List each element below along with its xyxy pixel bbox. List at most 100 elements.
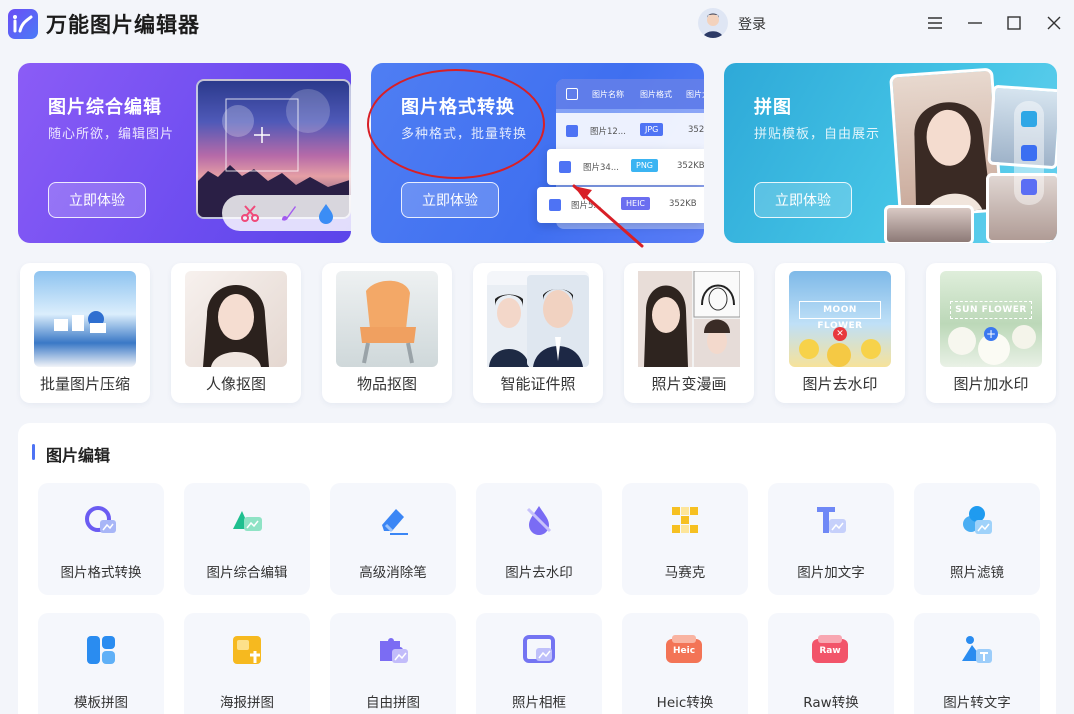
feature-image-to-text[interactable]: 图片转文字 [914,613,1040,714]
hero-card-image-editing[interactable]: 图片综合编辑 随心所欲，编辑图片 立即体验 [18,63,351,243]
mosaic-icon [668,503,702,537]
feature-free-collage[interactable]: 自由拼图 [330,613,456,714]
feature-heic-convert[interactable]: Heic Heic转换 [622,613,748,714]
checkbox-checked [559,161,571,173]
try-now-button[interactable]: 立即体验 [754,182,852,218]
stack-layout-icon [1021,145,1037,161]
feature-filters[interactable]: 照片滤镜 [914,483,1040,595]
tool-label: 批量图片压缩 [39,375,130,393]
tool-preview-image [487,271,589,367]
feature-label: 海报拼图 [220,695,274,711]
feature-label: 照片相框 [512,695,566,711]
feature-label: 模板拼图 [74,695,128,711]
watermark-text: MOON FLOWER [799,301,881,331]
add-text-icon [814,503,848,537]
feature-comprehensive-edit[interactable]: 图片综合编辑 [184,483,310,595]
feature-label: 自由拼图 [366,695,420,711]
tool-label: 物品抠图 [356,375,417,393]
user-avatar[interactable] [698,8,728,38]
poster-collage-icon [230,633,264,667]
header-format: 图片格式 [640,90,672,99]
feature-poster-collage[interactable]: 海报拼图 [184,613,310,714]
table-row-floating: 图片5... HEIC 352KB [537,187,704,223]
checkbox-checked [549,199,561,211]
scissors-icon [240,203,260,227]
tool-label: 人像抠图 [205,375,266,393]
tool-preview-image [638,270,741,367]
collage-photo-left [884,205,974,243]
minimize-icon[interactable] [964,12,986,34]
feature-photo-frame[interactable]: 照片相框 [476,613,602,714]
feature-mosaic[interactable]: 马赛克 [622,483,748,595]
filter-icon [960,503,994,537]
close-icon[interactable] [1043,12,1065,34]
table-row-floating: 图片34... PNG 352KB [547,149,704,185]
grid-layout-icon [1021,111,1037,127]
heic-badge-text: Heic [672,646,696,656]
feature-label: 照片滤镜 [950,565,1004,581]
row-name: 图片5... [571,201,602,211]
feature-format-convert[interactable]: 图片格式转换 [38,483,164,595]
add-icon: + [984,327,998,341]
tool-preview-image: MOON FLOWER ✕ [789,271,891,367]
header-size: 图片大小 [686,90,704,99]
try-now-button[interactable]: 立即体验 [401,182,499,218]
hero-subtitle: 多种格式，批量转换 [401,127,528,142]
feature-template-collage[interactable]: 模板拼图 [38,613,164,714]
split-layout-icon [1021,179,1037,195]
login-link[interactable]: 登录 [738,14,766,34]
format-badge: PNG [631,159,659,172]
section-accent-bar [32,444,35,460]
comprehensive-edit-icon [230,503,264,537]
feature-remove-watermark[interactable]: 图片去水印 [476,483,602,595]
tool-tile-add-watermark[interactable]: SUN FLOWER + 图片加水印 [926,263,1056,403]
row-size: 352KB [669,199,697,209]
tool-tile-batch-compress[interactable]: 批量图片压缩 [20,263,150,403]
tool-tile-photo-to-anime[interactable]: 照片变漫画 [624,263,754,403]
feature-label: 马赛克 [664,565,706,581]
checkbox-checked [566,125,578,137]
watermark-remove-icon [522,503,556,537]
feature-raw-convert[interactable]: Raw Raw转换 [768,613,894,714]
format-badge: HEIC [621,197,651,210]
raw-badge-text: Raw [819,646,841,656]
feature-label: Raw转换 [803,695,859,711]
tool-label: 图片加水印 [953,375,1029,393]
tool-tile-object-cutout[interactable]: 物品抠图 [322,263,452,403]
maximize-icon[interactable] [1003,12,1025,34]
row-size: 352 [688,125,704,135]
tool-label: 智能证件照 [500,375,576,393]
photo-frame-icon [522,633,556,667]
hero-title: 拼图 [754,97,792,118]
tool-preview-image [336,271,438,367]
feature-add-text[interactable]: 图片加文字 [768,483,894,595]
row-name: 图片34... [583,163,619,173]
title-bar: 万能图片编辑器 登录 [0,0,1074,48]
feature-label: Heic转换 [656,695,714,711]
hero-card-format-convert[interactable]: 图片格式转换 多种格式，批量转换 立即体验 图片名称 图片格式 图片大小 图片1… [371,63,704,243]
hero-subtitle: 随心所欲，编辑图片 [48,127,175,142]
image-edit-panel: 图片编辑 图片格式转换 图片综合编辑 高级消除笔 图片去水印 马赛克 图片加文字… [18,423,1056,714]
collage-layout-strip [1014,101,1044,205]
feature-eraser[interactable]: 高级消除笔 [330,483,456,595]
row-size: 352KB [677,161,704,171]
app-title: 万能图片编辑器 [46,13,200,37]
tool-tile-remove-watermark[interactable]: MOON FLOWER ✕ 图片去水印 [775,263,905,403]
tool-preview-image [185,271,287,367]
template-collage-icon [84,633,118,667]
brush-icon [278,203,298,227]
feature-label: 图片格式转换 [60,565,142,581]
tool-tile-id-photo[interactable]: 智能证件照 [473,263,603,403]
tool-label: 照片变漫画 [651,375,727,393]
tool-tile-portrait-cutout[interactable]: 人像抠图 [171,263,301,403]
hero-card-collage[interactable]: 拼图 拼贴模板，自由展示 立即体验 [724,63,1057,243]
try-now-button[interactable]: 立即体验 [48,182,146,218]
feature-label: 图片转文字 [943,695,1011,711]
hero-title: 图片综合编辑 [48,97,162,118]
feature-label: 图片去水印 [505,565,573,581]
app-logo [8,9,38,39]
menu-icon[interactable] [924,12,946,34]
heic-icon: Heic [664,633,704,667]
eraser-icon [376,503,410,537]
hero-subtitle: 拼贴模板，自由展示 [754,127,881,142]
